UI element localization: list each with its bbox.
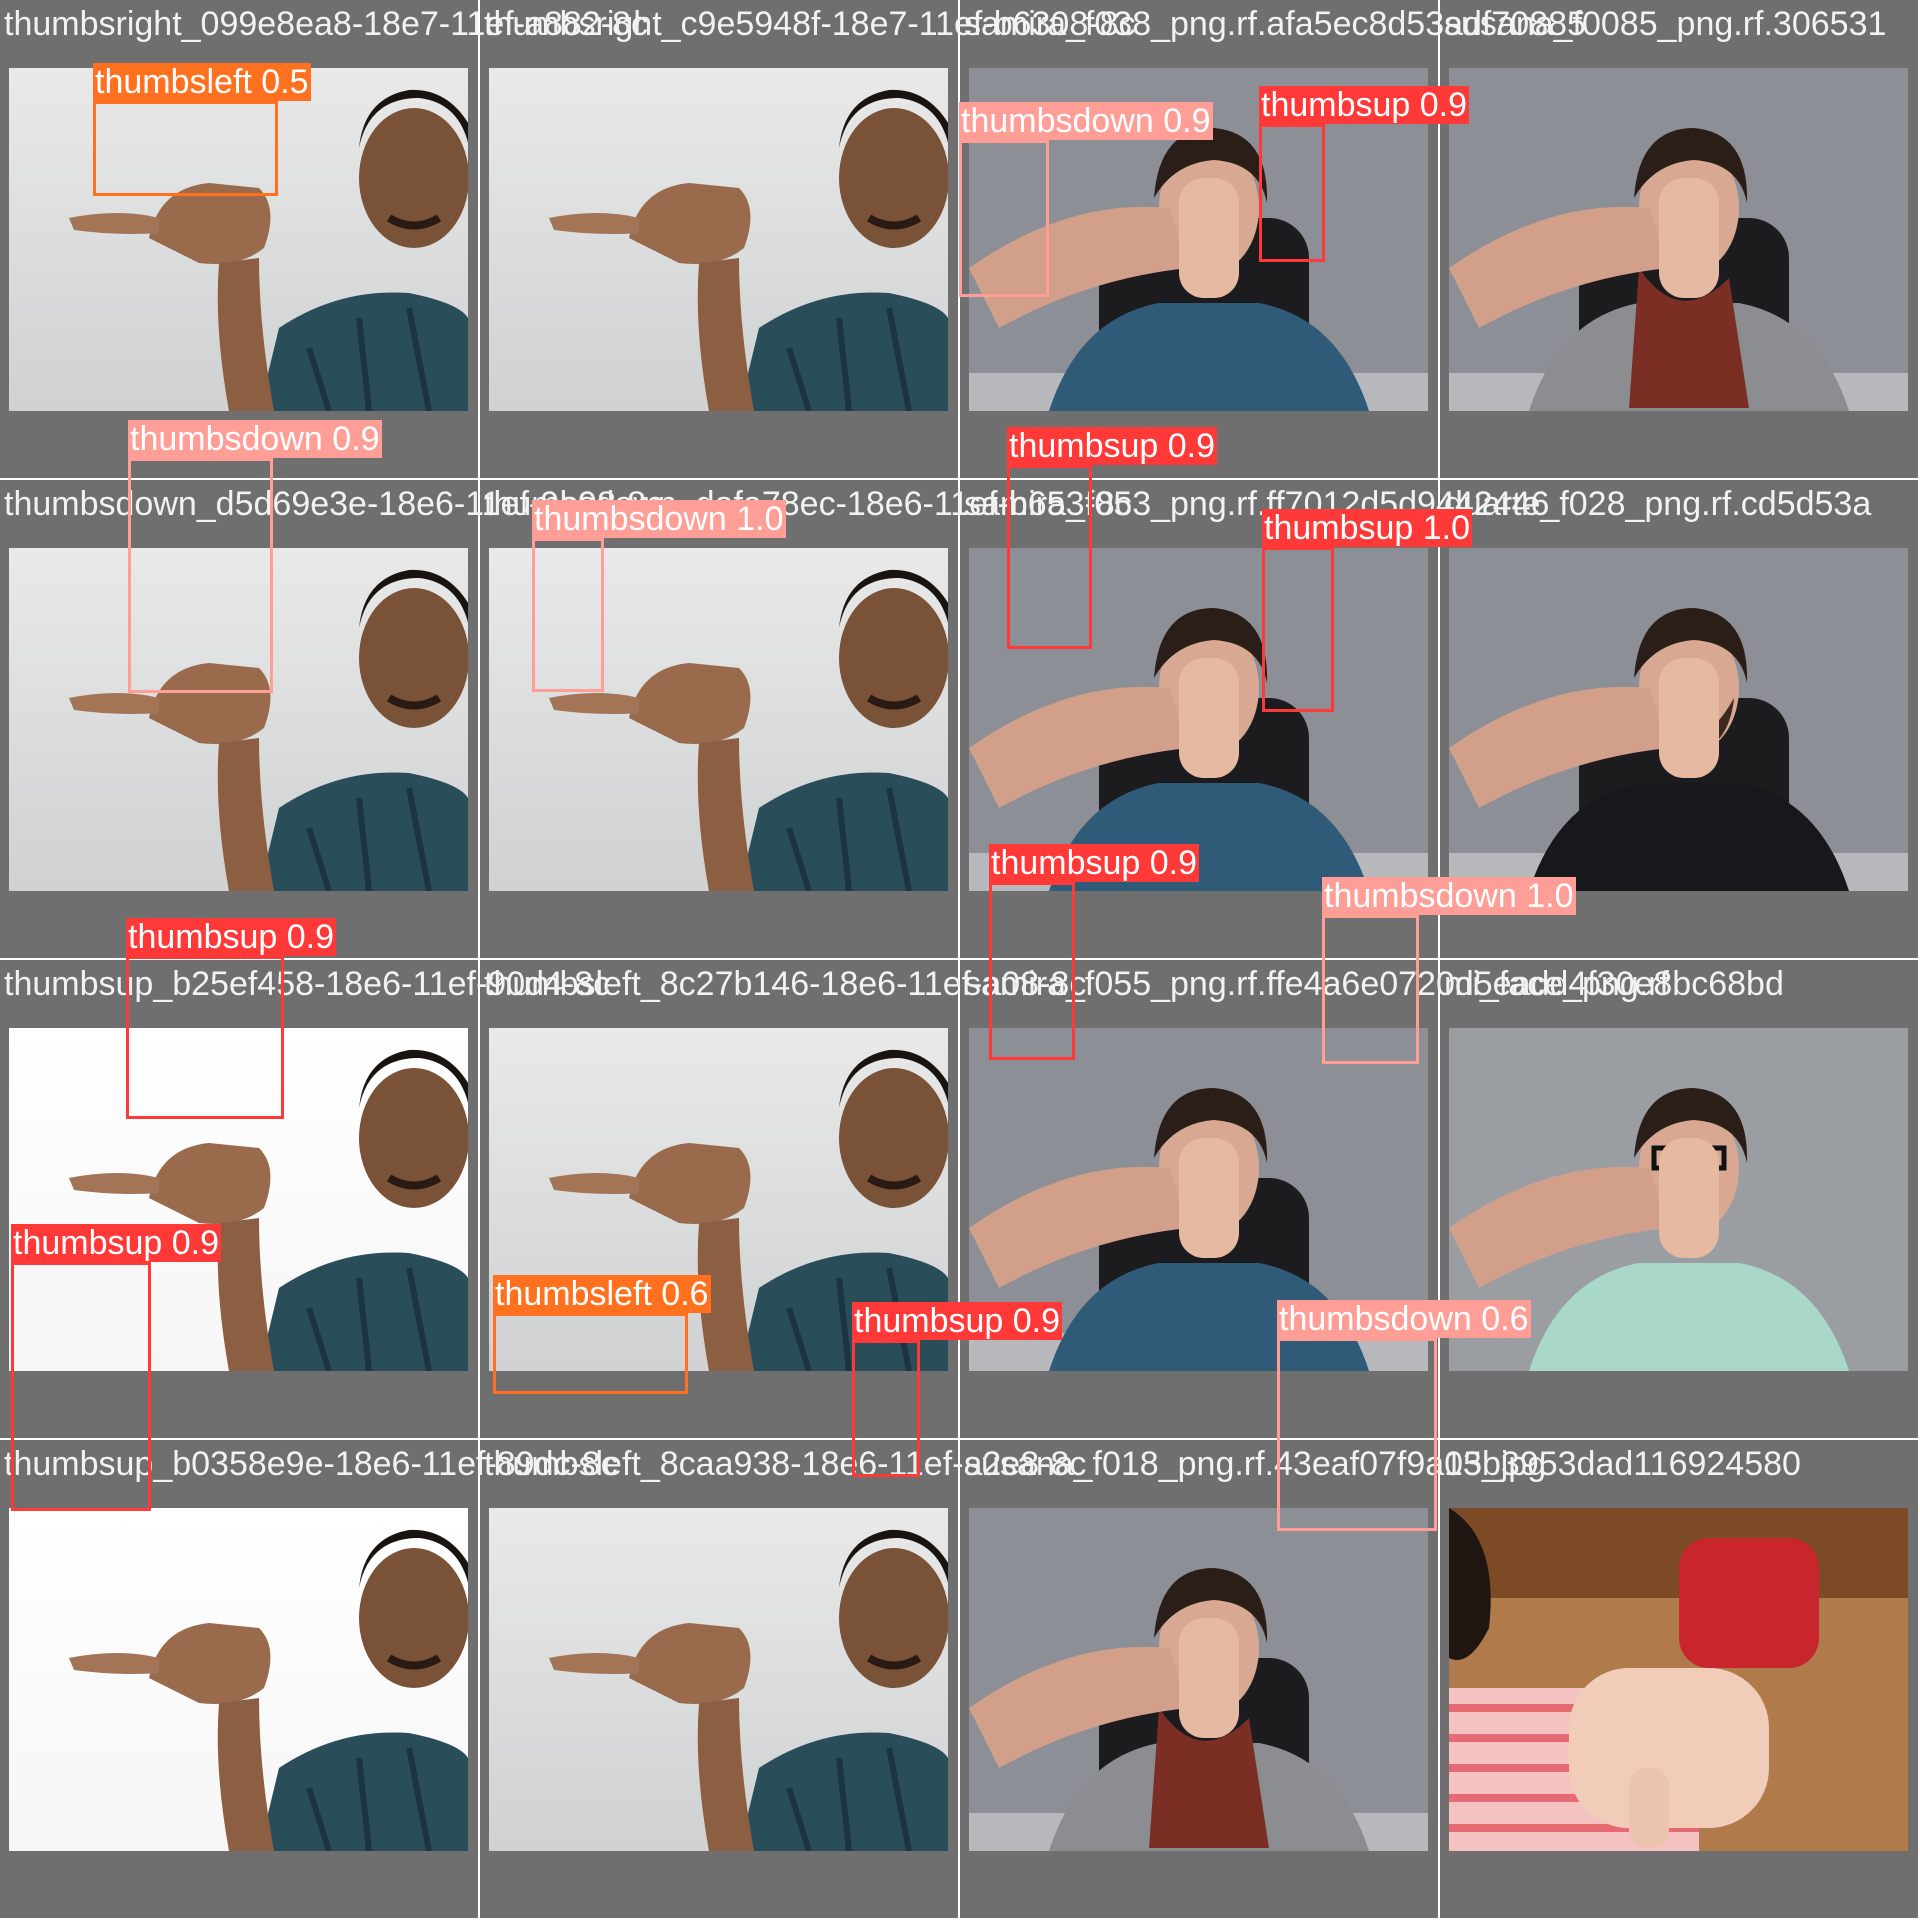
tile-photo xyxy=(1449,68,1908,411)
mosaic-tile: susana_f018_png.rf.43eaf07f9a05b3953dad1… xyxy=(960,1440,1801,1920)
mosaic-tile: thumbsright_099e8ea8-18e7-11ef-a882-8c xyxy=(0,0,648,480)
tile-photo xyxy=(489,68,948,411)
tile-photo xyxy=(489,1028,948,1371)
tile-photo xyxy=(1449,1028,1908,1371)
tile-title: mi_face_png.rf xyxy=(1444,965,1669,1003)
mosaic-tile: samira_f055_png.rf.ffe4a6e0720d5eadd4f30… xyxy=(960,960,1784,1440)
mosaic-tile: susana_f0085_png.rf.306531 xyxy=(1440,0,1920,480)
tile-photo xyxy=(1449,1508,1908,1851)
mosaic-tile: mi_face_png.rf xyxy=(1440,960,1920,1440)
mosaic-tile: thumbsright_c9e5948f-18e7-11ef-b6308-8c xyxy=(480,0,1135,480)
tile-photo xyxy=(9,548,468,891)
tile-title: 13_jpg xyxy=(1444,1445,1547,1483)
tile-photo xyxy=(969,68,1428,411)
mosaic-tile: samira_f053_png.rf.ff7012d5d9442446 xyxy=(960,480,1549,960)
mosaic-tile: samira_f038_png.rf.afa5ec8d53adf70885 xyxy=(960,0,1586,480)
tile-photo xyxy=(489,1508,948,1851)
tile-photo xyxy=(969,548,1428,891)
mosaic-tile: thumbsdown_d5d69e3e-18e6-11ef-9a98-8c xyxy=(0,480,663,960)
mosaic-tile: duarte_f028_png.rf.cd5d53a xyxy=(1440,480,1920,960)
detection-mosaic: thumbsright_099e8ea8-18e7-11ef-a882-8c th… xyxy=(0,0,1920,1920)
mosaic-tile: thumbsup_b25ef458-18e6-11ef-90d4-8c xyxy=(0,960,610,1440)
tile-title: duarte_f028_png.rf.cd5d53a xyxy=(1444,485,1872,523)
mosaic-tile: 13_jpg xyxy=(1440,1440,1920,1920)
tile-title: susana_f0085_png.rf.306531 xyxy=(1444,5,1887,43)
mosaic-tile: thumbsleft_8c27b146-18e6-11ef-a08-8c xyxy=(480,960,1086,1440)
tile-photo xyxy=(9,68,468,411)
tile-photo xyxy=(9,1508,468,1851)
tile-photo xyxy=(969,1508,1428,1851)
mosaic-tile: thumbsup_b0358e9e-18e6-11ef-89dc-8c xyxy=(0,1440,618,1920)
mosaic-tile: thumbsdown_dafa78ec-18e6-11ef-b653-8c xyxy=(480,480,1132,960)
tile-photo xyxy=(489,548,948,891)
tile-photo xyxy=(9,1028,468,1371)
tile-photo xyxy=(969,1028,1428,1371)
tile-photo xyxy=(1449,548,1908,891)
mosaic-tile: thumbsleft_8caa938-18e6-11ef-a2e8-8c xyxy=(480,1440,1086,1920)
